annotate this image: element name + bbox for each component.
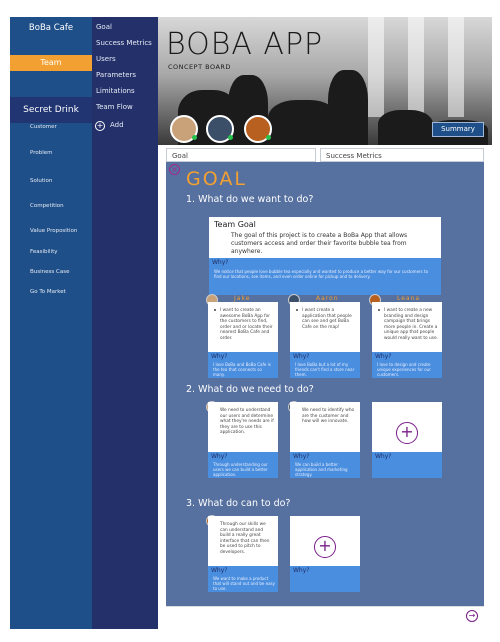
why-section: Why? I love BoBa but a lot of my friends… [290, 352, 360, 378]
member-name: Leana [397, 295, 421, 302]
sidebar-item-customer[interactable]: Customer [30, 124, 57, 130]
card-text: I want create a application that people … [302, 308, 352, 330]
board-nav-users[interactable]: Users [96, 55, 116, 63]
why-text: I love BoBa but a lot of my friends can'… [295, 362, 355, 377]
arrow-right-circle-icon[interactable]: → [466, 610, 478, 622]
member-name: Aaron [316, 295, 339, 302]
card-text: I want to create an awesome BoBa App for… [220, 308, 273, 341]
why-section: Why? I love to design and create unique … [372, 352, 442, 378]
crowd-silhouette [378, 110, 433, 145]
online-indicator-icon [266, 135, 271, 140]
why-label: Why? [211, 567, 228, 574]
why-section: Why? [372, 452, 442, 478]
window-light [368, 17, 384, 117]
question-3: 3. What do can to do? [186, 498, 291, 509]
modal-title: GOAL [186, 168, 247, 190]
window-light [448, 17, 464, 117]
tab-goal[interactable]: Goal [166, 148, 316, 162]
sidebar: BoBa Cafe Team Secret Drink Customer Pro… [10, 17, 92, 629]
bullet-icon [296, 309, 298, 311]
online-indicator-icon [192, 135, 197, 140]
board-nav-limitations[interactable]: Limitations [96, 87, 135, 95]
goal-modal: × GOAL 1. What do we want to do? Team Go… [166, 162, 484, 606]
board-nav-goal[interactable]: Goal [96, 23, 112, 31]
why-section: Why? We can build a better application a… [290, 452, 360, 478]
why-label: Why? [375, 453, 392, 460]
add-need-card[interactable]: + Why? [372, 402, 442, 478]
team-button[interactable]: Team [10, 55, 92, 71]
card-text: Through our skills we can understand and… [220, 522, 270, 555]
board-tabs: Goal Success Metrics [166, 148, 484, 162]
member-card[interactable]: I want to create a new branding and desi… [372, 302, 442, 378]
why-text: We can build a better application and ma… [295, 462, 348, 477]
why-text: We want to make a product that will stan… [213, 576, 275, 591]
online-indicator-icon [228, 135, 233, 140]
why-text: I love BoBa and BoBa Cafe is the tea tha… [213, 362, 271, 377]
can-card[interactable]: Through our skills we can understand and… [208, 516, 278, 592]
close-icon[interactable]: × [169, 164, 180, 175]
need-card[interactable]: We need to identify who are the customer… [290, 402, 360, 478]
why-text: We notice that people love bubble tea es… [214, 269, 429, 279]
window-light [408, 17, 424, 117]
why-section: Why? We want to make a product that will… [208, 566, 278, 592]
summary-button[interactable]: Summary [432, 122, 484, 137]
sidebar-item-solution[interactable]: Solution [30, 178, 52, 184]
question-1: 1. What do we want to do? [186, 194, 314, 205]
board-nav-parameters[interactable]: Parameters [96, 71, 136, 79]
bullet-icon [378, 309, 380, 311]
sidebar-item-competition[interactable]: Competition [30, 203, 64, 209]
sidebar-item-business-case[interactable]: Business Case [30, 269, 69, 275]
team-goal-title: Team Goal [214, 220, 256, 229]
sidebar-item-problem[interactable]: Problem [30, 150, 53, 156]
sidebar-item-feasibility[interactable]: Feasibility [30, 249, 58, 255]
tab-success-metrics[interactable]: Success Metrics [320, 148, 484, 162]
bullet-icon [214, 309, 216, 311]
header-banner: BOBA APP CONCEPT BOARD Summary [158, 17, 492, 145]
add-icon[interactable]: + [95, 121, 105, 131]
sidebar-item-go-to-market[interactable]: Go To Market [30, 289, 66, 295]
member-card[interactable]: I want create a application that people … [290, 302, 360, 378]
why-label: Why? [212, 259, 229, 266]
team-goal-card[interactable]: Team Goal The goal of this project is to… [209, 217, 441, 295]
why-text: Through understanding our users we can b… [213, 462, 268, 477]
why-label: Why? [293, 567, 310, 574]
sidebar-item-value-proposition[interactable]: Value Proposition [30, 228, 77, 234]
plus-circle-icon[interactable]: + [314, 536, 336, 558]
member-card[interactable]: I want to create an awesome BoBa App for… [208, 302, 278, 378]
card-text: I want to create a new branding and desi… [384, 308, 438, 341]
why-label: Why? [211, 453, 228, 460]
team-goal-text: The goal of this project is to create a … [231, 232, 408, 255]
add-can-card[interactable]: + Why? [290, 516, 360, 592]
why-label: Why? [293, 353, 310, 360]
card-text: We need to understand our users and dete… [220, 408, 274, 435]
cafe-title[interactable]: BoBa Cafe [10, 23, 92, 33]
why-section: Why? We notice that people love bubble t… [209, 258, 441, 295]
board-nav-team-flow[interactable]: Team Flow [96, 103, 133, 111]
app-title: BOBA APP [166, 27, 324, 62]
section-title[interactable]: Secret Drink [10, 97, 92, 123]
board-nav-success-metrics[interactable]: Success Metrics [96, 39, 152, 47]
why-section: Why? [290, 566, 360, 592]
app-subtitle: CONCEPT BOARD [168, 63, 231, 71]
why-section: Why? I love BoBa and BoBa Cafe is the te… [208, 352, 278, 378]
board-nav-add[interactable]: Add [110, 121, 124, 129]
why-label: Why? [293, 453, 310, 460]
question-2: 2. What do we need to do? [186, 384, 314, 395]
why-text: I love to design and create unique exper… [377, 362, 431, 377]
why-label: Why? [211, 353, 228, 360]
crowd-silhouette [328, 70, 368, 145]
why-section: Why? Through understanding our users we … [208, 452, 278, 478]
plus-circle-icon[interactable]: + [396, 422, 418, 444]
why-label: Why? [375, 353, 392, 360]
need-card[interactable]: We need to understand our users and dete… [208, 402, 278, 478]
board-nav: Goal Success Metrics Users Parameters Li… [92, 17, 158, 629]
card-text: We need to identify who are the customer… [302, 408, 355, 424]
modal-footer: → [166, 606, 484, 624]
member-name: Jake [234, 295, 251, 302]
